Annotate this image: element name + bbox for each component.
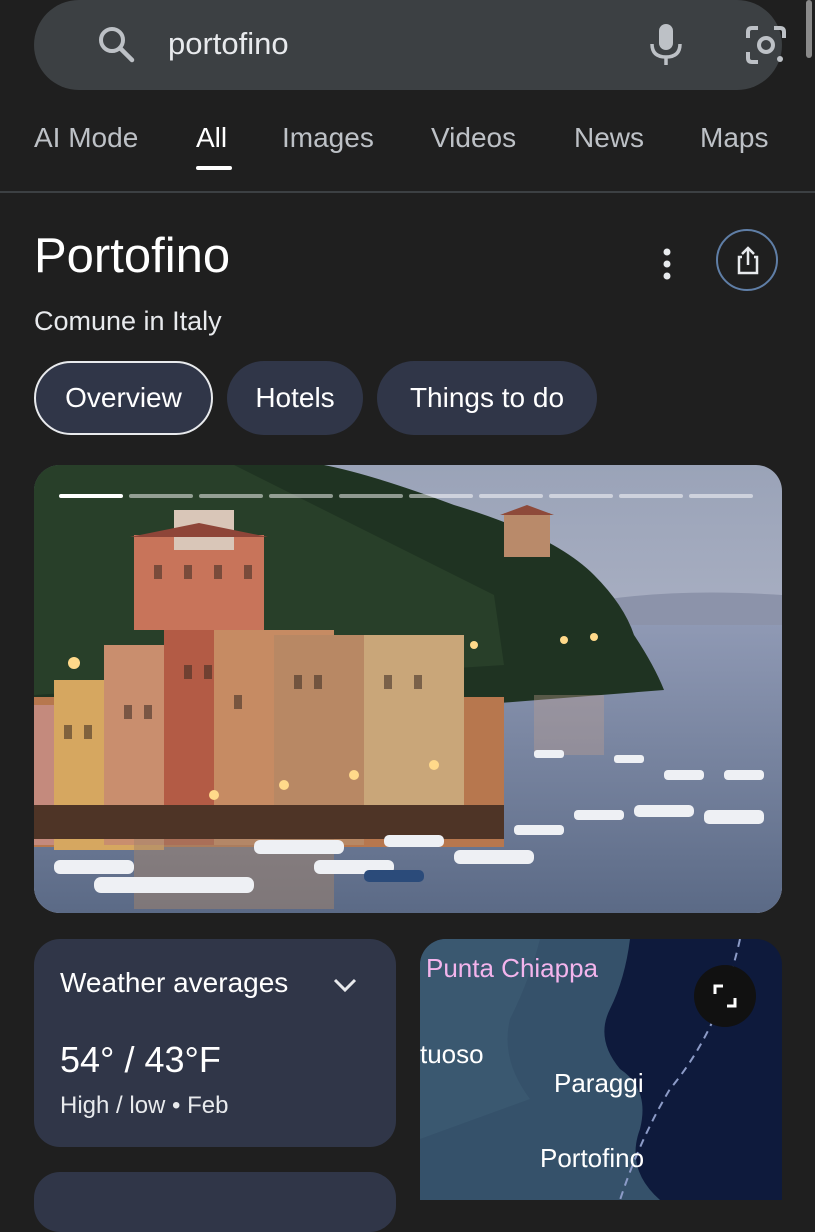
tab-videos[interactable]: Videos — [431, 122, 516, 154]
chip-things-to-do[interactable]: Things to do — [377, 361, 597, 435]
tab-news[interactable]: News — [574, 122, 644, 154]
tab-images[interactable]: Images — [282, 122, 374, 154]
next-card — [34, 1172, 396, 1232]
chip-label: Overview — [65, 382, 182, 413]
share-icon — [737, 246, 759, 275]
entity-title: Portofino — [34, 229, 231, 283]
weather-card[interactable]: Weather averages 54° / 43°F High / low •… — [34, 939, 396, 1147]
weather-detail: High / low • Feb — [60, 1092, 229, 1119]
map-label-tuoso: tuoso — [420, 1039, 484, 1069]
lens-icon[interactable] — [744, 24, 788, 66]
chevron-down-icon[interactable] — [332, 977, 358, 993]
tab-ai-mode[interactable]: AI Mode — [34, 122, 138, 154]
chip-label: Things to do — [409, 382, 565, 413]
hero-image-carousel[interactable] — [34, 465, 782, 913]
active-tab-indicator — [196, 166, 232, 170]
chip-hotels[interactable]: Hotels — [227, 361, 363, 435]
tabs-divider — [0, 191, 815, 193]
tab-maps[interactable]: Maps — [700, 122, 768, 154]
chip-overview[interactable]: Overview — [34, 361, 213, 435]
share-button[interactable] — [716, 229, 778, 291]
expand-map-button[interactable] — [694, 965, 756, 1027]
map-label-portofino: Portofino — [540, 1143, 645, 1173]
weather-temps: 54° / 43°F — [60, 1039, 221, 1080]
search-tabs: AI Mode All Images Videos News Maps — [0, 110, 815, 190]
tab-all[interactable]: All — [196, 122, 227, 154]
scrollbar[interactable] — [806, 0, 812, 58]
weather-title: Weather averages — [60, 967, 289, 998]
chip-label: Hotels — [255, 382, 335, 413]
map-card[interactable]: Punta Chiappa tuoso Paraggi Portofino — [420, 939, 782, 1200]
portofino-harbor-image — [34, 465, 782, 913]
more-vert-icon[interactable] — [650, 244, 684, 284]
expand-icon — [713, 984, 737, 1008]
map-label-punta-chiappa: Punta Chiappa — [426, 953, 599, 983]
mic-icon[interactable] — [646, 22, 686, 68]
entity-subtitle: Comune in Italy — [34, 306, 222, 336]
search-input[interactable] — [168, 22, 608, 66]
map-label-paraggi: Paraggi — [554, 1068, 644, 1098]
search-bar[interactable] — [34, 0, 786, 90]
search-icon[interactable] — [96, 24, 136, 64]
